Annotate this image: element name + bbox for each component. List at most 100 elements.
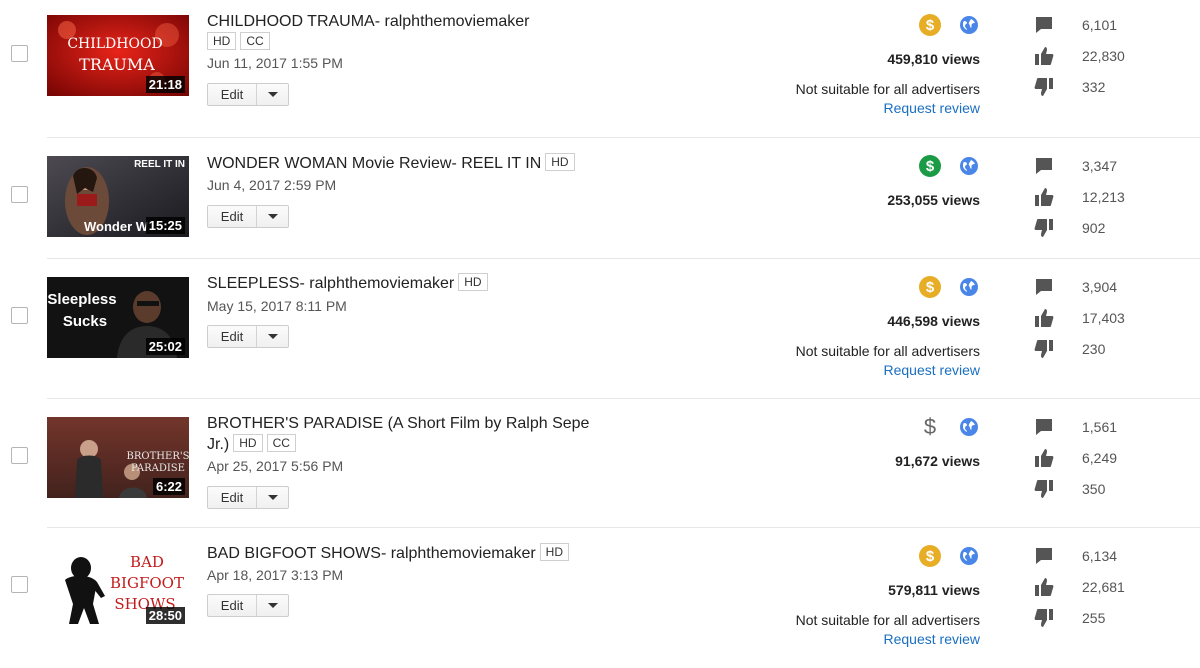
row-checkbox[interactable]: [11, 307, 28, 324]
video-row: Sleepless Sucks 25:02 SLEEPLESS- ralphth…: [0, 259, 1200, 398]
request-review-link[interactable]: Request review: [884, 362, 981, 378]
chevron-down-icon: [267, 214, 278, 219]
video-duration: 25:02: [145, 338, 185, 355]
green-dollar-icon[interactable]: $: [919, 155, 941, 177]
view-count: 579,811 views: [888, 582, 980, 598]
video-thumbnail[interactable]: CHILDHOOD TRAUMA 21:18: [47, 15, 189, 96]
edit-button[interactable]: Edit: [208, 487, 257, 508]
chevron-down-icon: [267, 603, 278, 608]
comment-count: 6,101: [1082, 17, 1118, 33]
edit-button-group: Edit: [207, 205, 289, 228]
dislike-count: 332: [1082, 79, 1106, 95]
edit-button[interactable]: Edit: [208, 206, 257, 227]
edit-dropdown-button[interactable]: [257, 326, 288, 347]
video-duration: 21:18: [145, 76, 185, 93]
view-count: 459,810 views: [887, 51, 980, 67]
gold-dollar-icon[interactable]: $: [919, 545, 941, 567]
video-thumbnail[interactable]: REEL IT IN Wonder W 15:25: [47, 156, 189, 237]
hd-badge: HD: [233, 434, 263, 452]
video-title-text[interactable]: WONDER WOMAN Movie Review- REEL IT IN: [207, 155, 541, 172]
video-duration: 15:25: [145, 217, 185, 234]
hd-badge: HD: [539, 543, 570, 561]
edit-dropdown-button[interactable]: [257, 487, 288, 508]
video-thumbnail[interactable]: Sleepless Sucks 25:02: [47, 277, 189, 358]
video-title-text[interactable]: CHILDHOOD TRAUMA- ralphthemoviemaker: [207, 13, 529, 30]
thumbs-down-icon: [1034, 219, 1053, 237]
video-title[interactable]: BAD BIGFOOT SHOWS- ralphthemoviemaker HD: [207, 543, 570, 564]
comment-icon: [1036, 17, 1052, 33]
thumbs-down-icon: [1034, 609, 1053, 627]
row-checkbox[interactable]: [11, 576, 28, 593]
thumb-text: PARADISE: [131, 463, 185, 474]
comment-count: 1,561: [1082, 419, 1118, 435]
edit-button[interactable]: Edit: [208, 84, 257, 105]
video-title-text-line2[interactable]: Jr.): [207, 436, 229, 453]
dislike-count: 902: [1082, 220, 1106, 236]
comment-count: 3,904: [1082, 279, 1118, 295]
video-title-text[interactable]: SLEEPLESS- ralphthemoviemaker: [207, 275, 454, 292]
video-date: Jun 11, 2017 1:55 PM: [207, 55, 343, 71]
edit-dropdown-button[interactable]: [257, 595, 288, 616]
thumb-text: BIGFOOT: [110, 574, 184, 592]
like-count: 17,403: [1082, 310, 1125, 326]
thumbs-up-icon: [1035, 578, 1054, 596]
row-checkbox[interactable]: [11, 186, 28, 203]
chevron-down-icon: [267, 334, 278, 339]
globe-icon[interactable]: [959, 546, 979, 566]
comment-icon: [1036, 548, 1052, 564]
request-review-link[interactable]: Request review: [884, 631, 981, 647]
dislike-count: 230: [1082, 341, 1106, 357]
video-title[interactable]: WONDER WOMAN Movie Review- REEL IT IN HD: [207, 153, 575, 174]
ad-suitability-status: Not suitable for all advertisers: [795, 343, 980, 359]
video-title[interactable]: BROTHER'S PARADISE (A Short Film by Ralp…: [207, 414, 589, 434]
video-title[interactable]: CHILDHOOD TRAUMA- ralphthemoviemaker: [207, 12, 529, 32]
comment-count: 3,347: [1082, 158, 1118, 174]
dislike-count: 255: [1082, 610, 1106, 626]
hd-badge: HD: [458, 273, 488, 291]
video-thumbnail[interactable]: BROTHER'S PARADISE 6:22: [47, 417, 189, 498]
like-count: 12,213: [1082, 189, 1125, 205]
row-checkbox[interactable]: [11, 447, 28, 464]
dollar-glyph: $: [925, 547, 935, 565]
comment-count: 6,134: [1082, 548, 1118, 564]
video-title[interactable]: SLEEPLESS- ralphthemoviemaker HD: [207, 273, 488, 294]
ad-suitability-status: Not suitable for all advertisers: [795, 81, 980, 97]
cc-badge: CC: [266, 434, 296, 452]
video-title-text[interactable]: BAD BIGFOOT SHOWS- ralphthemoviemaker: [207, 545, 536, 562]
edit-button[interactable]: Edit: [208, 326, 257, 347]
thumbs-down-icon: [1034, 340, 1053, 358]
dollar-glyph: $: [925, 16, 935, 34]
thumbs-up-icon: [1035, 47, 1054, 65]
globe-icon[interactable]: [959, 277, 979, 297]
thumb-text: BROTHER'S: [127, 451, 189, 462]
globe-icon[interactable]: [959, 417, 979, 437]
thumb-text: Sleepless: [47, 291, 116, 308]
globe-icon[interactable]: [959, 15, 979, 35]
dislike-count: 350: [1082, 481, 1106, 497]
dollar-glyph: $: [925, 278, 935, 296]
gold-dollar-icon[interactable]: $: [919, 14, 941, 36]
video-title-continuation[interactable]: Jr.) HD CC: [207, 434, 296, 455]
edit-dropdown-button[interactable]: [257, 206, 288, 227]
video-thumbnail[interactable]: BAD BIGFOOT SHOWS 28:50: [47, 546, 189, 627]
hd-badge: HD: [207, 32, 237, 50]
edit-button[interactable]: Edit: [208, 595, 257, 616]
row-checkbox[interactable]: [11, 45, 28, 62]
globe-icon[interactable]: [959, 156, 979, 176]
video-row: CHILDHOOD TRAUMA 21:18 CHILDHOOD TRAUMA-…: [0, 0, 1200, 137]
thumbs-down-icon: [1034, 480, 1053, 498]
video-duration: 28:50: [145, 607, 185, 624]
video-row: REEL IT IN Wonder W 15:25 WONDER WOMAN M…: [0, 138, 1200, 258]
edit-dropdown-button[interactable]: [257, 84, 288, 105]
like-count: 6,249: [1082, 450, 1118, 466]
video-row: BROTHER'S PARADISE 6:22 BROTHER'S PARADI…: [0, 399, 1200, 527]
view-count: 91,672 views: [895, 453, 980, 469]
video-title-text[interactable]: BROTHER'S PARADISE (A Short Film by Ralp…: [207, 415, 589, 432]
grey-dollar-icon[interactable]: $: [919, 414, 941, 439]
gold-dollar-icon[interactable]: $: [919, 276, 941, 298]
comment-icon: [1036, 419, 1052, 435]
request-review-link[interactable]: Request review: [884, 100, 981, 116]
video-date: Jun 4, 2017 2:59 PM: [207, 177, 337, 193]
chevron-down-icon: [267, 92, 278, 97]
comment-icon: [1036, 158, 1052, 174]
